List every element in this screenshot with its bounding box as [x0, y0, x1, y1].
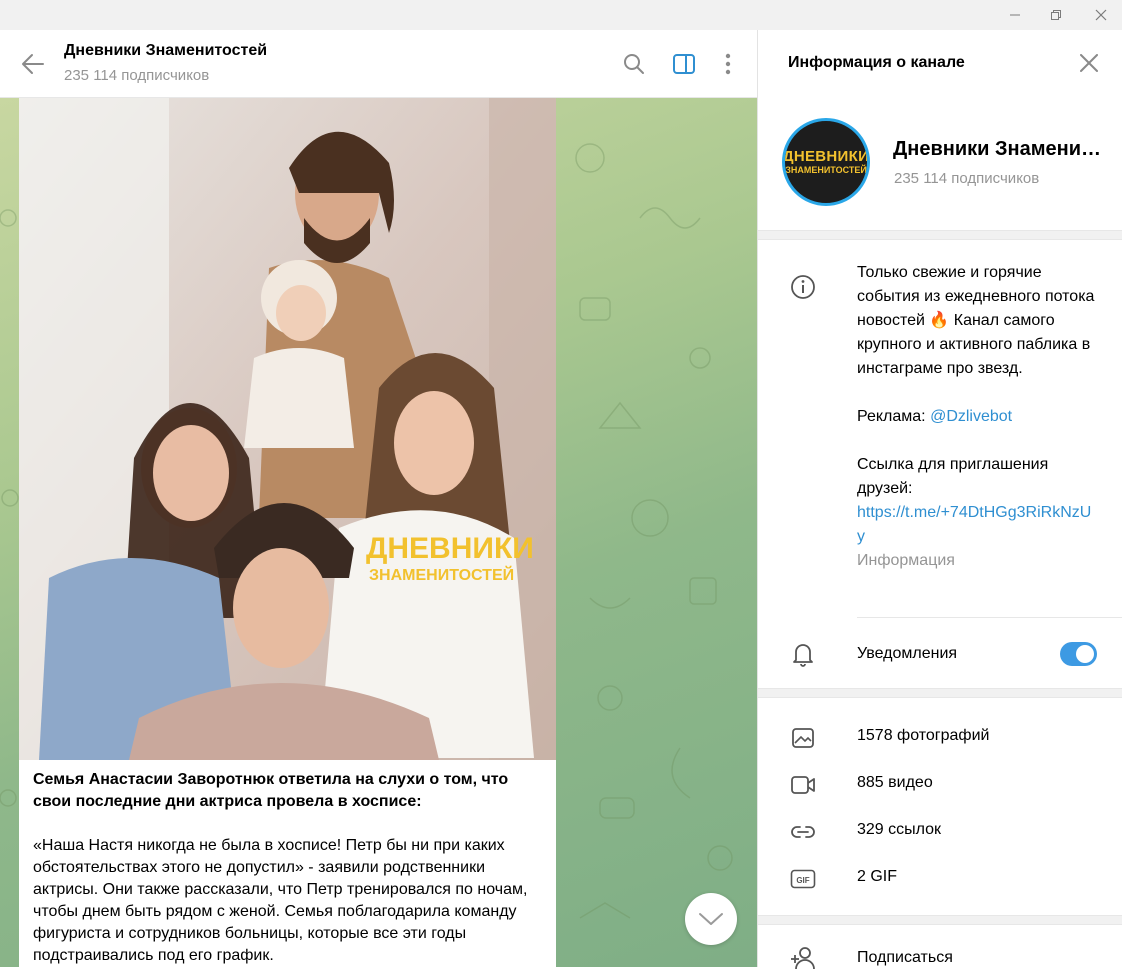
bell-icon — [788, 639, 818, 669]
post-headline: Семья Анастасии Заворотнюк ответила на с… — [33, 771, 509, 810]
close-panel-icon[interactable] — [1076, 50, 1102, 76]
section-separator — [758, 688, 1122, 698]
channel-description: Только свежие и горячие события из ежедн… — [857, 261, 1097, 573]
post-text: Семья Анастасии Заворотнюк ответила на с… — [33, 769, 543, 967]
gif-icon: GIF — [788, 864, 818, 894]
avatar-text-line1: ДНЕВНИКИ — [782, 148, 870, 165]
media-photos[interactable]: 1578 фотографий — [857, 727, 989, 745]
section-separator — [758, 230, 1122, 240]
search-icon[interactable] — [620, 50, 648, 78]
panel-title: Информация о канале — [788, 54, 965, 71]
notifications-label: Уведомления — [857, 645, 958, 662]
description-text: Только свежие и горячие события из ежедн… — [857, 264, 1095, 377]
link-icon — [788, 817, 818, 847]
avatar-text-line2: ЗНАМЕНИТОСТЕЙ — [785, 165, 867, 175]
toggle-knob — [1076, 645, 1094, 663]
info-icon — [788, 272, 818, 302]
video-icon — [788, 770, 818, 800]
add-user-icon — [788, 943, 818, 973]
back-arrow-icon[interactable] — [18, 50, 48, 78]
invite-link[interactable]: https://t.me/+74DtHGg3RiRkNzUy — [857, 501, 1097, 549]
section-separator — [758, 915, 1122, 925]
media-links[interactable]: 329 ссылок — [857, 821, 941, 839]
media-videos[interactable]: 885 видео — [857, 774, 933, 792]
chat-header: Дневники Знаменитостей 235 114 подписчик… — [0, 30, 757, 98]
sidebar-toggle-icon[interactable] — [670, 50, 698, 78]
svg-text:GIF: GIF — [796, 876, 809, 885]
more-menu-icon[interactable] — [714, 50, 742, 78]
divider — [857, 617, 1122, 618]
subscribe-button[interactable]: Подписаться — [857, 949, 953, 967]
channel-info-panel: Информация о канале ДНЕВНИКИ ЗНАМЕНИТОСТ… — [758, 30, 1122, 970]
minimize-icon[interactable] — [995, 0, 1035, 30]
invite-label: Ссылка для приглашения друзей: — [857, 456, 1049, 497]
photo-watermark-line1: ДНЕВНИКИ — [366, 532, 534, 565]
scroll-down-button[interactable] — [685, 893, 737, 945]
channel-post: ДНЕВНИКИ ЗНАМЕНИТОСТЕЙ Семья Анастасии З… — [19, 98, 556, 967]
chat-area[interactable]: ДНЕВНИКИ ЗНАМЕНИТОСТЕЙ Семья Анастасии З… — [0, 98, 757, 967]
family-photo-illustration: ДНЕВНИКИ ЗНАМЕНИТОСТЕЙ — [19, 98, 556, 760]
photo-watermark-line2: ЗНАМЕНИТОСТЕЙ — [369, 565, 514, 584]
close-icon[interactable] — [1081, 0, 1121, 30]
channel-name: Дневники Знаменитостей — [893, 138, 1103, 160]
ad-link[interactable]: @Dzlivebot — [930, 408, 1012, 425]
post-photo[interactable]: ДНЕВНИКИ ЗНАМЕНИТОСТЕЙ — [19, 98, 556, 760]
channel-subscribers: 235 114 подписчиков — [894, 170, 1040, 187]
info-caption: Информация — [857, 552, 955, 569]
notifications-toggle[interactable] — [1060, 642, 1097, 666]
maximize-icon[interactable] — [1036, 0, 1076, 30]
photo-icon — [788, 723, 818, 753]
chat-title[interactable]: Дневники Знаменитостей — [64, 42, 267, 60]
post-body: «Наша Настя никогда не была в хосписе! П… — [33, 837, 528, 964]
chevron-down-icon — [699, 913, 723, 925]
chat-subscribers: 235 114 подписчиков — [64, 67, 210, 84]
media-gifs[interactable]: 2 GIF — [857, 868, 897, 886]
window-titlebar — [0, 0, 1122, 30]
ad-label: Реклама: — [857, 408, 931, 425]
channel-avatar[interactable]: ДНЕВНИКИ ЗНАМЕНИТОСТЕЙ — [782, 118, 870, 206]
